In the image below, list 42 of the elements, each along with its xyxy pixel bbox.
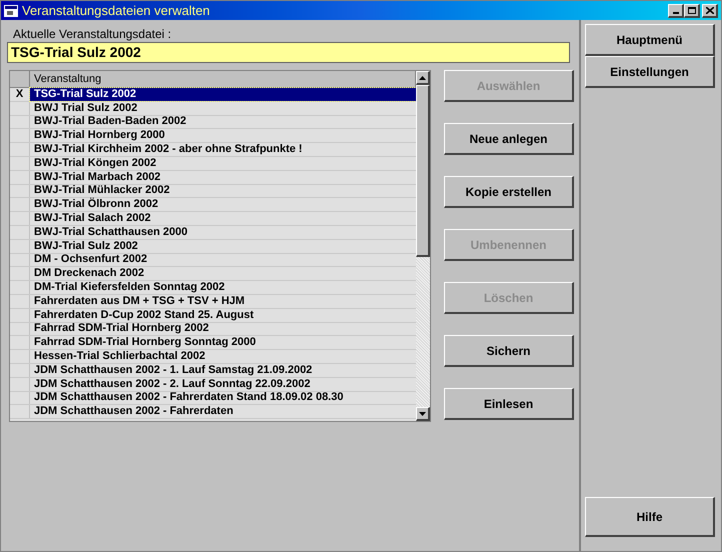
- menu-button[interactable]: Einstellungen: [585, 56, 715, 88]
- table-row[interactable]: BWJ-Trial Köngen 2002: [30, 156, 416, 170]
- table-row[interactable]: BWJ-Trial Marbach 2002: [30, 170, 416, 184]
- scroll-down-icon: [419, 412, 426, 416]
- table-row[interactable]: BWJ Trial Sulz 2002: [30, 102, 416, 115]
- table-row[interactable]: Hessen-Trial Schlierbachtal 2002: [30, 350, 416, 363]
- table-row[interactable]: Fahrrad SDM-Trial Hornberg 2002: [30, 322, 416, 336]
- menu-button[interactable]: Hauptmenü: [585, 24, 715, 56]
- window-icon: [4, 4, 18, 16]
- action-button[interactable]: Kopie erstellen: [444, 176, 574, 208]
- table-row[interactable]: DM - Ochsenfurt 2002: [30, 254, 416, 266]
- table-row[interactable]: BWJ-Trial Hornberg 2000: [30, 129, 416, 142]
- table-row[interactable]: BWJ-Trial Sulz 2002: [30, 240, 416, 253]
- current-file-field: TSG-Trial Sulz 2002: [7, 42, 570, 63]
- minimize-button[interactable]: [668, 4, 684, 18]
- table-row[interactable]: TSG-Trial Sulz 2002: [30, 88, 416, 101]
- table-row[interactable]: BWJ-Trial Mühlacker 2002: [30, 184, 416, 198]
- help-button[interactable]: Hilfe: [585, 497, 715, 537]
- action-button[interactable]: Einlesen: [444, 388, 574, 420]
- table-row[interactable]: JDM Schatthausen 2002 - Fahrerdaten: [30, 405, 416, 418]
- table-row[interactable]: JDM Schatthausen 2002 - 1. Lauf Samstag 21.09.2002: [30, 364, 416, 377]
- close-icon: [706, 6, 714, 14]
- table-row[interactable]: DM Dreckenach 2002: [30, 267, 416, 280]
- action-button[interactable]: Sichern: [444, 335, 574, 367]
- current-file-label: Aktuelle Veranstaltungsdatei :: [12, 26, 172, 42]
- window-title: Veranstaltungsdateien verwalten: [22, 2, 211, 20]
- table-row[interactable]: BWJ-Trial Schatthausen 2000: [30, 226, 416, 239]
- scrollbar[interactable]: [416, 71, 430, 421]
- table-row[interactable]: JDM Schatthausen 2002 - Fahrerdaten Stand 18.09.02 08.30: [30, 392, 416, 404]
- maximize-button[interactable]: [684, 4, 700, 18]
- scroll-up-icon: [419, 76, 426, 80]
- table-row[interactable]: BWJ-Trial Kirchheim 2002 - aber ohne Strafpunkte !: [30, 143, 416, 156]
- table-row[interactable]: DM-Trial Kiefersfelden Sonntag 2002: [30, 281, 416, 294]
- table-row[interactable]: JDM Schatthausen 2002 - 2. Lauf Sonntag 22.09.2002: [30, 378, 416, 391]
- table-row[interactable]: Fahrrad SDM-Trial Hornberg Sonntag 2000: [30, 336, 416, 350]
- table-row[interactable]: Fahrerdaten D-Cup 2002 Stand 25. August: [30, 308, 416, 322]
- table-row[interactable]: BWJ-Trial Salach 2002: [30, 212, 416, 225]
- close-button[interactable]: [702, 4, 718, 18]
- table-row[interactable]: BWJ-Trial Baden-Baden 2002: [30, 116, 416, 128]
- table-row[interactable]: Fahrerdaten aus DM + TSG + TSV + HJM: [30, 294, 416, 308]
- table-row[interactable]: BWJ-Trial Ölbronn 2002: [30, 198, 416, 212]
- action-button[interactable]: Neue anlegen: [444, 123, 574, 155]
